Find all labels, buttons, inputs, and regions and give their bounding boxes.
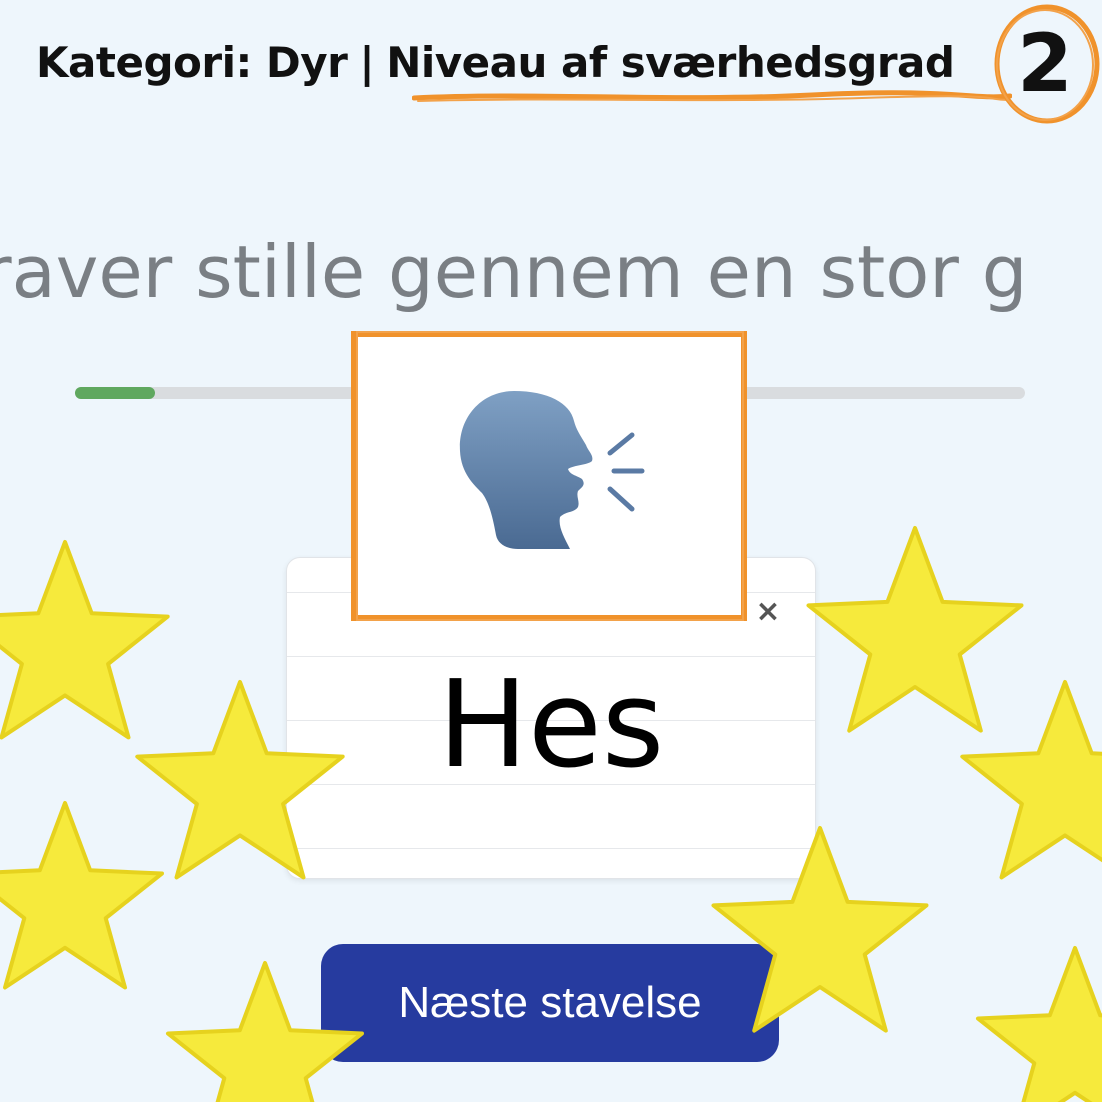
star-icon <box>960 680 1102 880</box>
close-icon[interactable]: × <box>753 597 783 627</box>
next-syllable-button[interactable]: Næste stavelse <box>321 944 779 1062</box>
level-number: 2 <box>1017 17 1073 110</box>
card-word: Hes <box>437 656 665 795</box>
sentence-text: raver stille gennem en stor g <box>0 230 1102 330</box>
level-label: Niveau af sværhedsgrad <box>386 38 955 87</box>
card-ruled-line <box>287 848 815 849</box>
category-label: Kategori: Dyr <box>36 38 348 87</box>
sentence-content: raver stille gennem en stor g <box>0 230 1028 314</box>
level-underline-scribble <box>412 90 1012 102</box>
header-separator: | <box>359 38 375 87</box>
star-icon <box>976 946 1102 1102</box>
star-icon <box>806 526 1024 733</box>
progress-fill <box>75 387 155 399</box>
star-icon <box>0 540 170 740</box>
star-icon <box>0 801 164 990</box>
speaking-head-icon[interactable] <box>452 385 652 555</box>
